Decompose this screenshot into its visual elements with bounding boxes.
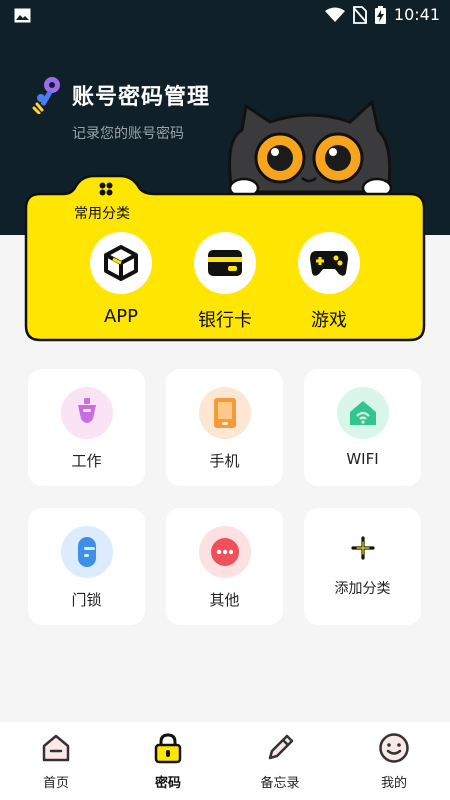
door-lock-icon-bg xyxy=(60,526,113,578)
grid-dots-icon xyxy=(99,182,113,196)
pin-badge-icon xyxy=(77,398,96,423)
more-dots-icon xyxy=(210,538,239,566)
tab-mine-label: 我的 xyxy=(380,776,407,791)
status-time: 10:41 xyxy=(393,5,440,24)
tab-memo-label: 备忘录 xyxy=(260,776,300,791)
phone-icon-bg xyxy=(198,387,251,439)
category-tile-work[interactable]: 工作 xyxy=(28,369,145,486)
key-icon xyxy=(32,77,60,114)
wifi-home-icon xyxy=(349,401,376,425)
wifi-icon-bg xyxy=(336,387,389,439)
no-sim-icon xyxy=(352,5,367,24)
category-label: 门锁 xyxy=(71,591,102,609)
home-icon xyxy=(42,734,70,762)
bank-card-icon xyxy=(208,250,242,276)
status-bar: 10:41 xyxy=(0,0,450,32)
category-label: WIFI xyxy=(346,450,379,468)
category-label: 工作 xyxy=(71,452,102,470)
quick-game-label: 游戏 xyxy=(311,310,347,331)
category-label: 手机 xyxy=(209,452,240,470)
smile-icon xyxy=(379,733,409,763)
phone-icon xyxy=(213,398,236,428)
wifi-icon xyxy=(324,7,345,22)
tab-home-label: 首页 xyxy=(42,776,69,791)
other-icon-bg xyxy=(198,526,251,578)
category-tile-wifi[interactable]: WIFI xyxy=(304,369,421,486)
bottom-nav: 首页 密码 备忘录 我的 xyxy=(0,722,450,800)
lock-icon xyxy=(154,733,182,764)
common-categories-label: 常用分类 xyxy=(74,206,130,222)
work-icon-bg xyxy=(60,387,113,439)
add-category-tile[interactable]: 添加分类 xyxy=(304,508,421,625)
quick-app-circle xyxy=(90,232,152,294)
quick-bank-card-circle xyxy=(194,232,256,294)
plus-icon xyxy=(350,536,375,560)
tab-password[interactable]: 密码 xyxy=(128,732,208,791)
battery-charging-icon xyxy=(374,5,386,24)
quick-app[interactable]: APP xyxy=(89,232,153,327)
quick-bank-card-label: 银行卡 xyxy=(198,310,252,331)
add-category-label: 添加分类 xyxy=(334,581,391,597)
quick-game[interactable]: 游戏 xyxy=(297,232,361,332)
cube-icon xyxy=(104,245,138,281)
page-title: 账号密码管理 xyxy=(72,85,211,110)
category-tile-phone[interactable]: 手机 xyxy=(166,369,283,486)
quick-app-label: APP xyxy=(103,306,139,327)
gamepad-icon xyxy=(310,251,348,276)
category-tile-other[interactable]: 其他 xyxy=(166,508,283,625)
image-icon xyxy=(14,8,31,23)
tab-memo[interactable]: 备忘录 xyxy=(240,732,320,791)
door-lock-icon xyxy=(77,537,96,567)
quick-bank-card[interactable]: 银行卡 xyxy=(193,232,257,332)
tab-mine[interactable]: 我的 xyxy=(354,732,434,791)
category-label: 其他 xyxy=(209,591,240,609)
page-subtitle: 记录您的账号密码 xyxy=(72,126,184,142)
title-row: 账号密码管理 xyxy=(30,76,210,114)
tab-home[interactable]: 首页 xyxy=(16,732,96,791)
pen-icon xyxy=(268,734,294,760)
quick-game-circle xyxy=(298,232,360,294)
tab-password-label: 密码 xyxy=(154,776,181,791)
category-tile-door-lock[interactable]: 门锁 xyxy=(28,508,145,625)
